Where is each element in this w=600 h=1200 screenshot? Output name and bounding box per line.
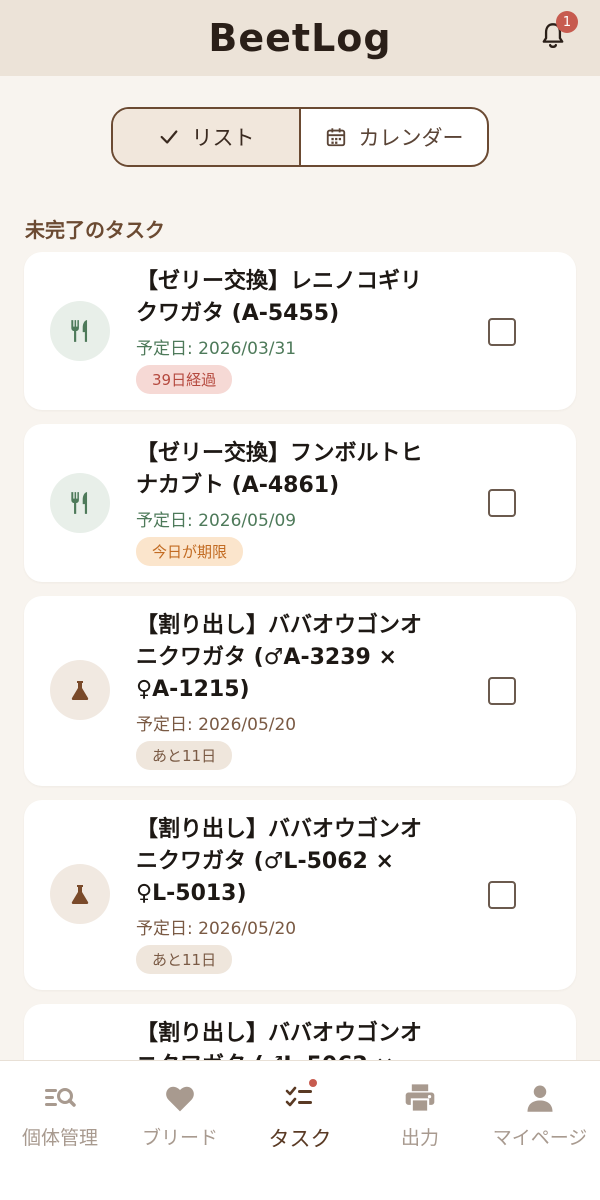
calendar-icon <box>326 128 345 147</box>
task-body: 【割り出し】ババオウゴンオニクワガタ (♂L-5062 × ♀L-5013) 予… <box>136 814 436 974</box>
task-body: 【ゼリー交換】フンボルトヒナカブト (A-4861) 予定日: 2026/05/… <box>136 438 436 566</box>
nav-label: 個体管理 <box>21 1127 98 1149</box>
printer-icon <box>401 1079 439 1117</box>
task-due-date: 予定日: 2026/03/31 <box>136 339 297 359</box>
task-body: 【割り出し】ババオウゴンオニクワガタ (♂A-3239 × ♀A-1215) 予… <box>136 610 436 770</box>
bottom-navigation: 個体管理 ブリード タスク 出力 マイページ <box>0 1060 600 1200</box>
nav-item-tasks[interactable]: タスク <box>240 1061 360 1200</box>
status-badge: あと11日 <box>136 945 233 974</box>
task-title: 【割り出し】ババオウゴンオニクワガタ (♂L-5062 × ♀L-5013) <box>136 817 423 906</box>
task-body: 【ゼリー交換】レニノコギリクワガタ (A-5455) 予定日: 2026/03/… <box>136 266 436 394</box>
top-app-bar: BeetLog 1 <box>0 0 600 76</box>
task-title: 【ゼリー交換】フンボルトヒナカブト (A-4861) <box>136 441 423 498</box>
task-complete-checkbox[interactable] <box>488 318 516 346</box>
list-search-icon <box>41 1079 79 1117</box>
task-card[interactable]: 【割り出し】ババオウゴンオニクワガタ (♂A-3239 × ♀A-1215) 予… <box>24 596 576 786</box>
task-title: 【ゼリー交換】レニノコギリクワガタ (A-5455) <box>136 269 423 326</box>
app-title: BeetLog <box>208 16 392 60</box>
status-badge: あと11日 <box>136 741 233 770</box>
tab-list[interactable]: リスト <box>113 109 299 165</box>
task-due-date: 予定日: 2026/05/20 <box>136 715 297 735</box>
section-title: 未完了のタスク <box>25 218 165 242</box>
heart-icon <box>161 1079 199 1117</box>
task-card[interactable]: 【割り出し】ババオウゴンオニクワガタ (♂L-5062 × ♀L-5013) 予… <box>24 800 576 990</box>
task-due-date: 予定日: 2026/05/20 <box>136 919 297 939</box>
tab-calendar[interactable]: カレンダー <box>299 109 487 165</box>
task-title: 【割り出し】ババオウゴンオニクワガタ (♂A-3239 × ♀A-1215) <box>136 613 423 702</box>
fork-knife-icon <box>71 320 88 342</box>
tab-list-label: リスト <box>191 126 255 150</box>
task-card[interactable]: 【ゼリー交換】レニノコギリクワガタ (A-5455) 予定日: 2026/03/… <box>24 252 576 410</box>
tab-calendar-label: カレンダー <box>358 126 464 150</box>
task-complete-checkbox[interactable] <box>488 677 516 705</box>
task-type-icon <box>50 301 110 361</box>
check-icon <box>160 130 177 144</box>
task-type-icon <box>50 473 110 533</box>
person-icon <box>521 1079 559 1117</box>
nav-label: ブリード <box>141 1127 218 1149</box>
view-toggle: リスト カレンダー <box>111 107 489 167</box>
task-list: 【ゼリー交換】レニノコギリクワガタ (A-5455) 予定日: 2026/03/… <box>24 252 576 1200</box>
task-type-icon <box>50 660 110 720</box>
task-type-icon <box>50 864 110 924</box>
flask-icon <box>71 885 89 904</box>
tasks-notification-dot <box>309 1079 317 1087</box>
notification-badge: 1 <box>556 11 578 33</box>
nav-item-breed[interactable]: ブリード <box>120 1061 240 1200</box>
task-complete-checkbox[interactable] <box>488 881 516 909</box>
notification-button[interactable]: 1 <box>536 11 578 54</box>
checklist-icon <box>281 1079 319 1117</box>
nav-label: 出力 <box>400 1127 439 1149</box>
task-card[interactable]: 【ゼリー交換】フンボルトヒナカブト (A-4861) 予定日: 2026/05/… <box>24 424 576 582</box>
status-badge: 39日経過 <box>136 365 233 394</box>
nav-item-mypage[interactable]: マイページ <box>480 1061 600 1200</box>
fork-knife-icon <box>71 492 88 514</box>
nav-item-output[interactable]: 出力 <box>360 1061 480 1200</box>
nav-label: タスク <box>268 1127 332 1151</box>
status-badge: 今日が期限 <box>136 537 244 566</box>
task-due-date: 予定日: 2026/05/09 <box>136 511 297 531</box>
nav-item-individuals[interactable]: 個体管理 <box>0 1061 120 1200</box>
task-complete-checkbox[interactable] <box>488 489 516 517</box>
app-root: BeetLog 1 リスト カレンダー 未完了のタスク 【ゼリー交換】レニノコギ… <box>0 0 600 1200</box>
flask-icon <box>71 681 89 700</box>
nav-label: マイページ <box>492 1127 588 1149</box>
